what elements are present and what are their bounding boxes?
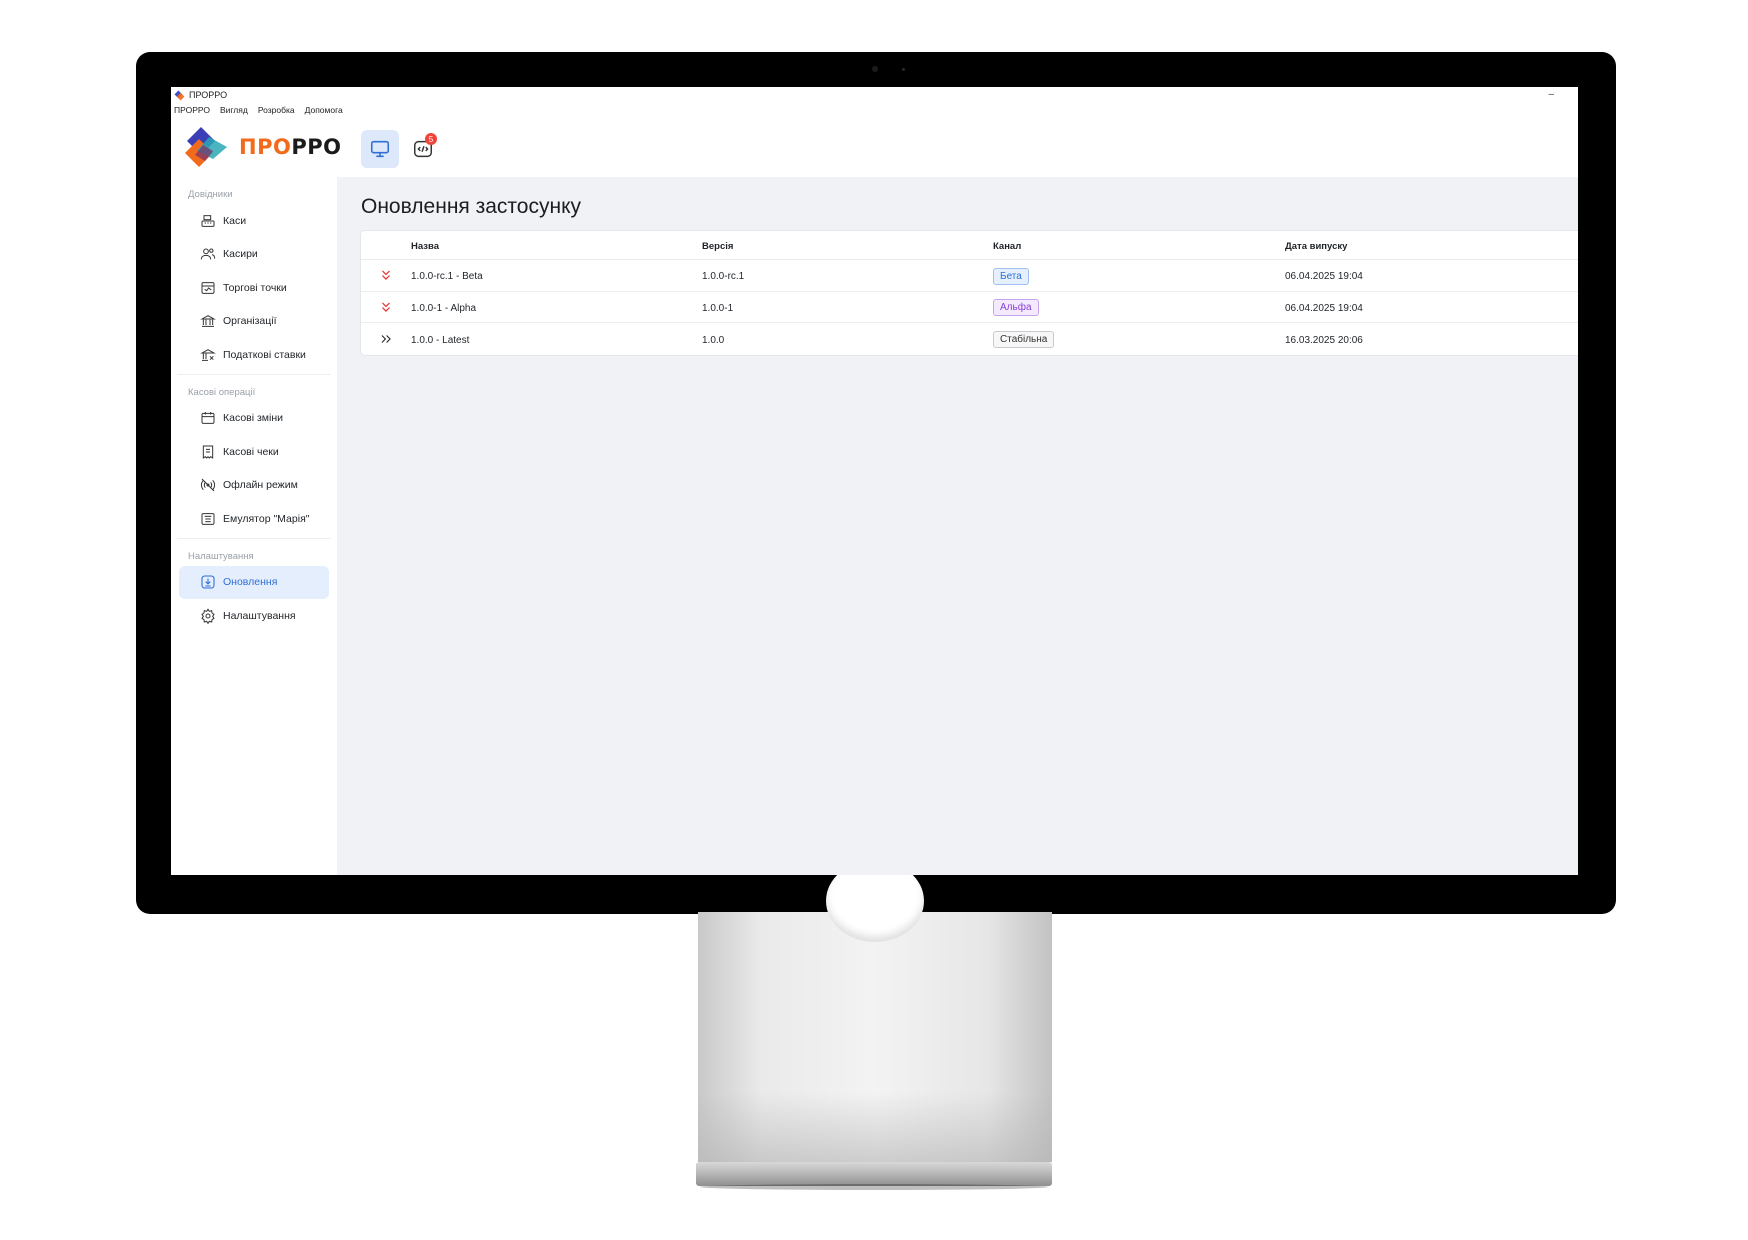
stand-base <box>696 1162 1052 1186</box>
sidebar-section-title: Налаштування <box>188 550 254 562</box>
app-logo-icon <box>174 90 185 100</box>
column-header-version[interactable]: Версія <box>702 241 733 252</box>
table-row[interactable]: 1.0.0 - Latest 1.0.0 Стабільна 16.03.202… <box>361 323 1578 355</box>
double-chevron-down-icon[interactable] <box>379 300 393 314</box>
calendar-icon <box>199 410 216 427</box>
menu-item-help[interactable]: Допомога <box>305 105 343 115</box>
users-icon <box>199 246 216 263</box>
developer-button[interactable]: 5 <box>404 130 442 168</box>
menu-bar: ПРОРРО Вигляд Розробка Допомога <box>171 103 343 117</box>
release-date: 16.03.2025 20:06 <box>1285 334 1363 346</box>
release-version: 1.0.0-rc.1 <box>702 271 745 283</box>
gear-icon <box>199 607 216 624</box>
release-name: 1.0.0-rc.1 - Beta <box>411 271 483 283</box>
sidebar-item-torgovi-tochky[interactable]: Торгові точки <box>179 271 329 305</box>
menu-item-app[interactable]: ПРОРРО <box>174 105 210 115</box>
tax-bank-icon <box>199 346 216 363</box>
channel-tag: Альфа <box>993 299 1039 317</box>
page-title: Оновлення застосунку <box>361 195 582 218</box>
app-window: ПРОРРО – ПРОРРО Вигляд Розробка Допомога… <box>171 87 1578 875</box>
brand-logo <box>185 127 227 167</box>
release-name: 1.0.0-1 - Alpha <box>411 302 477 314</box>
table-row[interactable]: 1.0.0-1 - Alpha 1.0.0-1 Альфа 06.04.2025… <box>361 292 1578 323</box>
window-title: ПРОРРО <box>189 90 228 100</box>
sidebar-section-title: Довідники <box>188 189 233 200</box>
sidebar-item-kasy[interactable]: Каси <box>179 204 329 238</box>
monitor-stand <box>698 912 1052 1162</box>
sidebar-item-organizatsii[interactable]: Організації <box>179 305 329 339</box>
stand-shadow <box>700 1184 1048 1190</box>
download-icon <box>199 574 216 591</box>
channel-tag: Бета <box>993 267 1029 285</box>
menu-item-dev[interactable]: Розробка <box>258 105 295 115</box>
release-date: 06.04.2025 19:04 <box>1285 302 1363 314</box>
release-name: 1.0.0 - Latest <box>411 334 470 346</box>
camera-sensor <box>902 68 905 71</box>
double-chevron-right-icon[interactable] <box>379 332 393 346</box>
title-bar: ПРОРРО – <box>171 87 1578 103</box>
sidebar-item-onovlennia[interactable]: Оновлення <box>179 565 329 599</box>
terminal-icon <box>199 510 216 527</box>
table-header: Назва Версія Канал Дата випуску <box>361 231 1578 260</box>
table-row[interactable]: 1.0.0-rc.1 - Beta 1.0.0-rc.1 Бета 06.04.… <box>361 260 1578 292</box>
sidebar-item-nalashtuvannia[interactable]: Налаштування <box>179 599 329 633</box>
sidebar-item-kasyry[interactable]: Касири <box>179 238 329 272</box>
monitor-view-button[interactable] <box>361 130 399 168</box>
sidebar-item-emuliator-mariia[interactable]: Емулятор "Марія" <box>179 502 329 536</box>
minimize-button[interactable]: – <box>1548 89 1554 100</box>
app-header: ПРОРРО 5 <box>171 119 1578 177</box>
bank-icon <box>199 313 216 330</box>
release-date: 06.04.2025 19:04 <box>1285 271 1363 283</box>
menu-item-view[interactable]: Вигляд <box>220 105 248 115</box>
main-content: Оновлення застосунку Назва Версія Канал … <box>337 177 1578 875</box>
brand-name: ПРОРРО <box>239 135 342 159</box>
sidebar: Довідники Каси Касири Торгові точки Орга… <box>171 177 337 875</box>
store-icon <box>199 279 216 296</box>
channel-tag: Стабільна <box>993 331 1055 349</box>
updates-table: Назва Версія Канал Дата випуску 1.0.0-rc… <box>360 230 1578 356</box>
notification-badge: 5 <box>425 133 437 145</box>
sidebar-section-title: Касові операції <box>188 386 256 398</box>
sidebar-item-kasovi-zminy[interactable]: Касові зміни <box>179 402 329 436</box>
column-header-channel[interactable]: Канал <box>993 241 1021 252</box>
release-version: 1.0.0 <box>702 334 725 346</box>
sidebar-item-kasovi-cheky[interactable]: Касові чеки <box>179 435 329 469</box>
receipt-icon <box>199 443 216 460</box>
offline-signal-icon <box>199 477 216 494</box>
column-header-name[interactable]: Назва <box>411 241 439 252</box>
column-header-date[interactable]: Дата випуску <box>1285 241 1347 252</box>
camera-icon <box>872 66 878 72</box>
sidebar-item-oflain-rezhym[interactable]: Офлайн режим <box>179 469 329 503</box>
monitor-icon <box>370 140 390 158</box>
release-version: 1.0.0-1 <box>702 302 734 314</box>
double-chevron-down-icon[interactable] <box>379 268 393 282</box>
cash-register-icon <box>199 212 216 229</box>
sidebar-item-podatkovi-stavky[interactable]: Податкові ставки <box>179 338 329 372</box>
